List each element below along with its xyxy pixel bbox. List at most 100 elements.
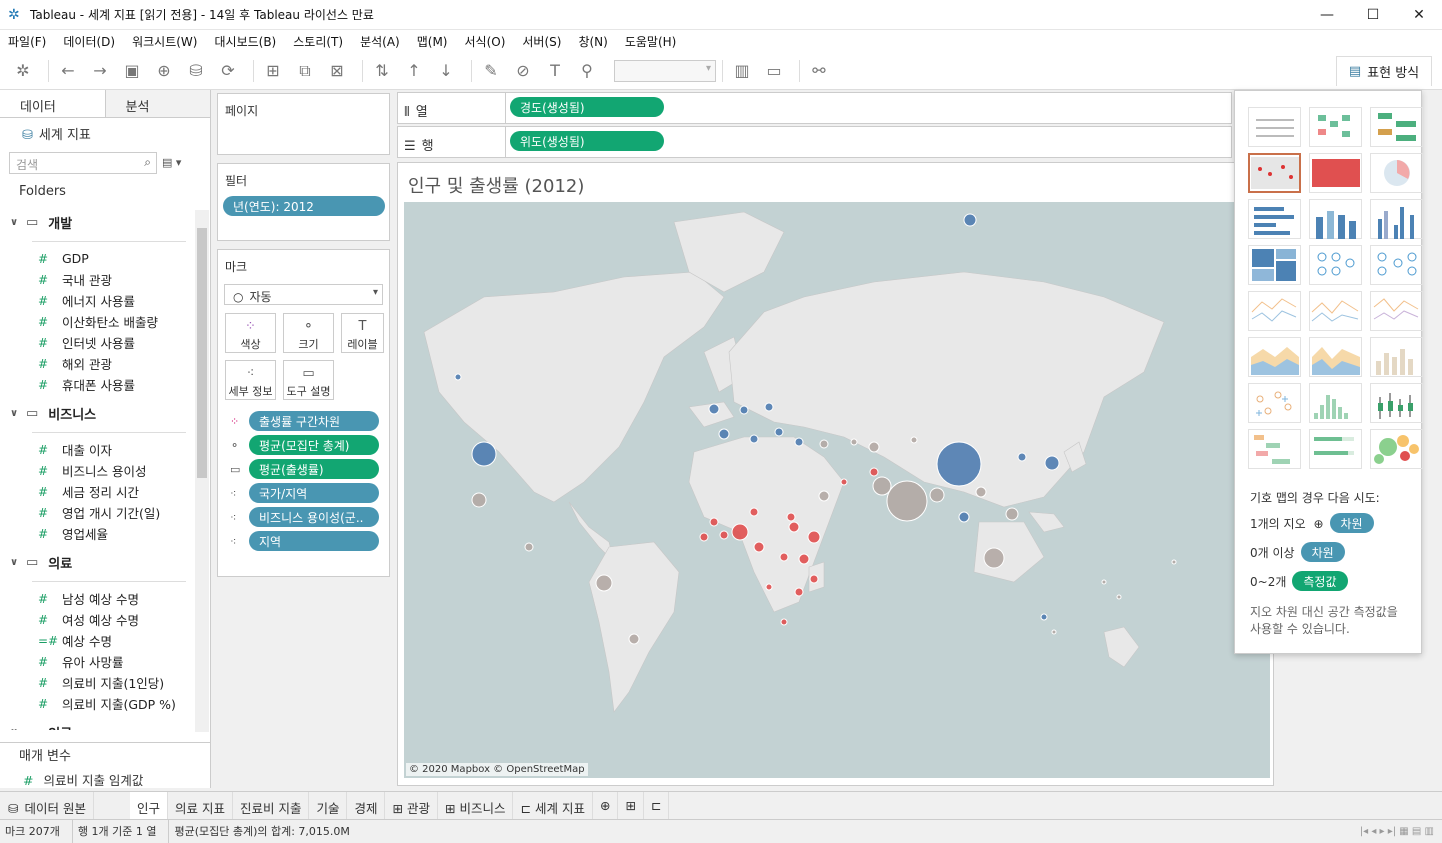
map-symbol-mark[interactable] (628, 633, 640, 645)
menu-story[interactable]: 스토리(T) (293, 33, 343, 50)
swap-icon[interactable]: ⇅ (369, 58, 395, 84)
map-symbol-mark[interactable] (749, 507, 759, 517)
rows-pill-latitude[interactable]: 위도(생성됨) (510, 131, 664, 151)
map-symbol-mark[interactable] (471, 492, 487, 508)
field-item[interactable]: # 국내 관광 (0, 269, 194, 290)
map-symbol-mark[interactable] (869, 467, 879, 477)
presentation-icon[interactable]: ▭ (761, 58, 787, 84)
save-icon[interactable]: ▣ (119, 58, 145, 84)
tab-population[interactable]: 인구 (129, 791, 168, 820)
show-me-button[interactable]: ▤ 표현 방식 (1336, 56, 1432, 86)
map-symbol-mark[interactable] (471, 441, 497, 467)
menu-server[interactable]: 서버(S) (522, 33, 561, 50)
symbol-map[interactable]: © 2020 Mapbox © OpenStreetMap (404, 202, 1270, 778)
menu-worksheet[interactable]: 워크시트(W) (132, 33, 197, 50)
map-symbol-mark[interactable] (1171, 559, 1177, 565)
fit-dropdown[interactable] (614, 59, 716, 82)
map-symbol-mark[interactable] (788, 521, 800, 533)
field-list-scrollbar[interactable] (195, 210, 209, 732)
map-symbol-mark[interactable] (819, 439, 829, 449)
share-icon[interactable]: ⚯ (806, 58, 832, 84)
map-symbol-mark[interactable] (794, 437, 804, 447)
columns-shelf[interactable]: ⦀ 열 경도(생성됨) (397, 92, 1232, 124)
label-button[interactable]: T 레이블 (341, 313, 384, 353)
tab-health-indicators[interactable]: 의료 지표 (168, 791, 233, 820)
line-discrete-thumb[interactable] (1309, 291, 1362, 331)
new-worksheet-icon[interactable]: ⊞ (260, 58, 286, 84)
field-item[interactable]: =# 예상 수명 (0, 630, 194, 651)
pause-updates-icon[interactable]: ⛁ (183, 58, 209, 84)
tab-data[interactable]: 데이터 (0, 90, 106, 117)
tab-economy[interactable]: 경제 (347, 791, 386, 820)
horizontal-bars-thumb[interactable] (1248, 199, 1301, 239)
dual-combination-thumb[interactable] (1370, 337, 1423, 377)
marks-pill-avg-population[interactable]: 평균(모집단 총계) (249, 435, 379, 455)
map-symbol-mark[interactable] (774, 427, 784, 437)
marks-pill-ease-of-business[interactable]: 비즈니스 용이성(군.. (249, 507, 379, 527)
sort-ascending-icon[interactable]: ↑ (401, 58, 427, 84)
map-symbol-mark[interactable] (1005, 507, 1019, 521)
map-symbol-mark[interactable] (809, 574, 819, 584)
field-item[interactable]: # 의료비 지출(1인당) (0, 672, 194, 693)
tab-tourism[interactable]: ⊞ 관광 (385, 791, 438, 820)
rows-shelf[interactable]: ☰ 행 위도(생성됨) (397, 126, 1232, 158)
menu-format[interactable]: 서식(O) (465, 33, 506, 50)
detail-button[interactable]: ⁖ 세부 정보 (225, 360, 276, 400)
stacked-bars-thumb[interactable] (1309, 199, 1362, 239)
tableau-home-icon[interactable]: ✲ (10, 58, 36, 84)
map-symbol-mark[interactable] (1017, 452, 1027, 462)
tab-world-indicators[interactable]: ⊏ 세계 지표 (513, 791, 593, 820)
filters-card[interactable]: 필터 년(연도): 2012 (217, 163, 390, 241)
scatter-plot-thumb[interactable] (1248, 383, 1301, 423)
view-options-icon[interactable]: ▤ ▾ (162, 156, 181, 169)
tab-medical-expense[interactable]: 진료비 지출 (233, 791, 310, 820)
pages-card[interactable]: 페이지 (217, 93, 390, 155)
columns-pill-longitude[interactable]: 경도(생성됨) (510, 97, 664, 117)
new-worksheet-tab-icon[interactable]: ⊕ (593, 791, 619, 820)
menu-analysis[interactable]: 분석(A) (360, 33, 400, 50)
field-item[interactable]: # 대출 이자 (0, 439, 194, 460)
folder-population[interactable]: ∨ ▭ 인구 (0, 722, 194, 730)
bullet-graph-thumb[interactable] (1309, 429, 1362, 469)
tab-business[interactable]: ⊞ 비즈니스 (438, 791, 514, 820)
box-plot-thumb[interactable] (1370, 383, 1423, 423)
field-item[interactable]: # 비즈니스 용이성 (0, 460, 194, 481)
map-symbol-mark[interactable] (709, 517, 719, 527)
map-symbol-mark[interactable] (936, 441, 982, 487)
map-symbol-mark[interactable] (963, 213, 977, 227)
line-continuous-thumb[interactable] (1248, 291, 1301, 331)
field-item[interactable]: # 영업세율 (0, 523, 194, 544)
folder-health[interactable]: ∨ ▭ 의료 (0, 552, 194, 573)
packed-bubbles-thumb[interactable] (1370, 429, 1423, 469)
menu-window[interactable]: 창(N) (578, 33, 607, 50)
color-button[interactable]: ⁘ 색상 (225, 313, 276, 353)
folder-business[interactable]: ∨ ▭ 비즈니스 (0, 403, 194, 424)
map-symbol-mark[interactable] (779, 552, 789, 562)
gantt-chart-thumb[interactable] (1248, 429, 1301, 469)
pie-chart-thumb[interactable] (1370, 153, 1423, 193)
pin-icon[interactable]: ⚲ (574, 58, 600, 84)
treemap-thumb[interactable] (1248, 245, 1301, 285)
filter-pill-year[interactable]: 년(연도): 2012 (223, 196, 385, 216)
highlight-table-thumb[interactable] (1370, 107, 1423, 147)
field-item[interactable]: # 이산화탄소 배출량 (0, 311, 194, 332)
map-symbol-mark[interactable] (1040, 613, 1048, 621)
marks-pill-region[interactable]: 지역 (249, 531, 379, 551)
map-symbol-mark[interactable] (749, 434, 759, 444)
refresh-icon[interactable]: ⟳ (215, 58, 241, 84)
duplicate-sheet-icon[interactable]: ⧉ (292, 58, 318, 84)
new-story-tab-icon[interactable]: ⊏ (644, 791, 670, 820)
map-symbol-mark[interactable] (975, 486, 987, 498)
field-item[interactable]: # 에너지 사용률 (0, 290, 194, 311)
map-symbol-mark[interactable] (765, 583, 773, 591)
parameter-item[interactable]: # 의료비 지출 임계값 (19, 770, 210, 789)
label-icon[interactable]: T (542, 58, 568, 84)
map-symbol-mark[interactable] (929, 487, 945, 503)
maximize-button[interactable]: ☐ (1350, 0, 1396, 30)
map-symbol-mark[interactable] (818, 490, 830, 502)
folder-development[interactable]: ∨ ▭ 개발 (0, 212, 194, 233)
menu-map[interactable]: 맵(M) (417, 33, 448, 50)
field-item[interactable]: # 여성 예상 수명 (0, 609, 194, 630)
tab-technology[interactable]: 기술 (309, 791, 348, 820)
area-discrete-thumb[interactable] (1309, 337, 1362, 377)
